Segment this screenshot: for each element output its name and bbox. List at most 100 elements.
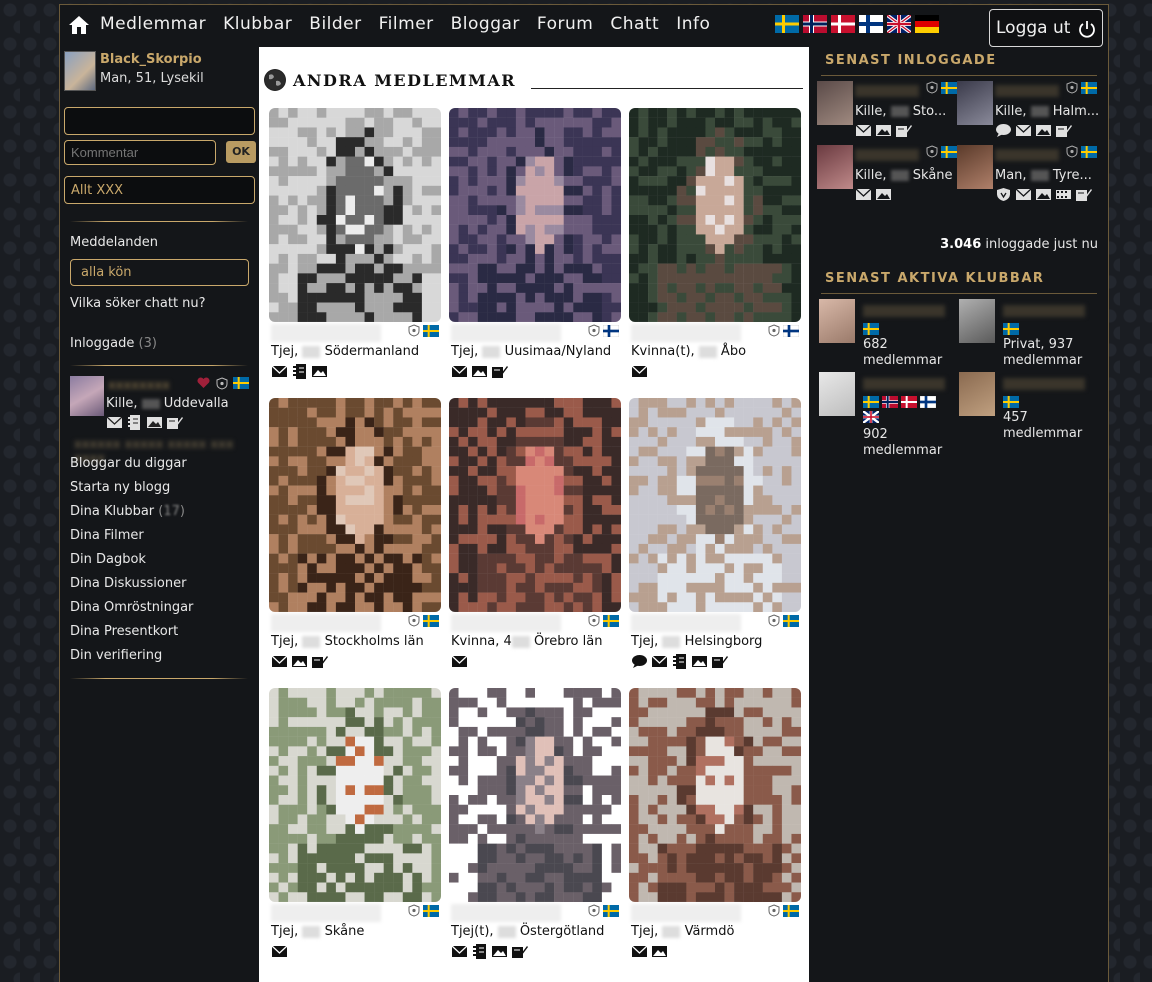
mail-icon[interactable]	[271, 944, 288, 959]
gender-select[interactable]: alla kön	[70, 259, 249, 286]
notebook-icon[interactable]	[671, 654, 688, 669]
user-avatar[interactable]	[957, 145, 993, 189]
member-name[interactable]	[271, 904, 381, 922]
flag-fi-icon[interactable]	[859, 15, 883, 33]
user-name[interactable]	[995, 85, 1059, 97]
logged-in-link[interactable]: Inloggade (3)	[70, 336, 157, 351]
mail-icon[interactable]	[106, 415, 123, 430]
member-photo[interactable]	[449, 108, 621, 322]
blog-icon[interactable]	[311, 654, 328, 669]
film-icon[interactable]	[1055, 187, 1072, 202]
photo-icon[interactable]	[471, 364, 488, 379]
mail-icon[interactable]	[1015, 123, 1032, 138]
club-name[interactable]	[863, 378, 945, 390]
flag-dk-icon[interactable]	[831, 15, 855, 33]
who-chat-link[interactable]: Vilka söker chatt nu?	[70, 296, 206, 311]
mail-icon[interactable]	[855, 123, 872, 138]
member-name[interactable]	[451, 904, 561, 922]
photo-icon[interactable]	[1035, 123, 1052, 138]
flag-no-icon[interactable]	[803, 15, 827, 33]
mail-icon[interactable]	[855, 187, 872, 202]
blog-icon[interactable]	[491, 364, 508, 379]
member-card[interactable]: Tjej, Uusimaa/Nyland	[441, 102, 621, 392]
mail-icon[interactable]	[271, 364, 288, 379]
club-avatar[interactable]	[819, 299, 855, 343]
recent-user[interactable]: Kille, Skåne	[817, 145, 957, 225]
link-blogs-you-dig[interactable]: Bloggar du diggar	[70, 456, 187, 471]
link-my-films[interactable]: Dina Filmer	[70, 528, 144, 543]
blog-icon[interactable]	[166, 415, 183, 430]
member-name[interactable]	[271, 614, 381, 632]
comment-input[interactable]	[64, 140, 216, 165]
member-card[interactable]: Tjej(t), Östergötland	[441, 682, 621, 972]
user-name[interactable]	[995, 149, 1059, 161]
member-photo[interactable]	[269, 398, 441, 612]
member-card[interactable]: Kvinna, 4 Örebro län	[441, 392, 621, 682]
ok-button[interactable]: OK	[226, 141, 256, 163]
photo-icon[interactable]	[1035, 187, 1052, 202]
logout-button[interactable]: Logga ut	[989, 9, 1103, 47]
nav-klubbar[interactable]: Klubbar	[223, 14, 292, 34]
online-user-name[interactable]: xxxxxxxx	[108, 378, 178, 392]
my-avatar[interactable]	[64, 51, 96, 91]
nav-filmer[interactable]: Filmer	[379, 14, 434, 34]
member-photo[interactable]	[629, 398, 801, 612]
online-user-avatar[interactable]	[70, 376, 104, 416]
member-card[interactable]: Tjej, Skåne	[261, 682, 441, 972]
recent-user[interactable]: Man, Tyre...	[957, 145, 1097, 225]
link-new-blog[interactable]: Starta ny blogg	[70, 480, 170, 495]
photo-icon[interactable]	[311, 364, 328, 379]
club-name[interactable]	[1003, 305, 1085, 317]
user-avatar[interactable]	[817, 81, 853, 125]
member-photo[interactable]	[629, 688, 801, 902]
blog-icon[interactable]	[511, 944, 528, 959]
mail-icon[interactable]	[451, 364, 468, 379]
member-photo[interactable]	[269, 688, 441, 902]
mail-icon[interactable]	[1015, 187, 1032, 202]
flag-uk-icon[interactable]	[887, 15, 911, 33]
member-card[interactable]: Tjej, Stockholms län	[261, 392, 441, 682]
mail-icon[interactable]	[631, 944, 648, 959]
user-name[interactable]	[855, 85, 919, 97]
nav-chatt[interactable]: Chatt	[610, 14, 659, 34]
photo-icon[interactable]	[875, 123, 892, 138]
flag-se-icon[interactable]	[775, 15, 799, 33]
photo-icon[interactable]	[491, 944, 508, 959]
user-avatar[interactable]	[957, 81, 993, 125]
member-card[interactable]: Kvinna(t), Åbo	[621, 102, 801, 392]
mail-icon[interactable]	[451, 944, 468, 959]
member-name[interactable]	[451, 324, 561, 342]
member-photo[interactable]	[629, 108, 801, 322]
mail-icon[interactable]	[451, 654, 468, 669]
verified-icon[interactable]	[995, 187, 1012, 202]
member-card[interactable]: Tjej, Värmdö	[621, 682, 801, 972]
blog-icon[interactable]	[1075, 187, 1092, 202]
photo-icon[interactable]	[691, 654, 708, 669]
link-verification[interactable]: Din verifiering	[70, 648, 162, 663]
member-name[interactable]	[631, 324, 741, 342]
photo-icon[interactable]	[875, 187, 892, 202]
mail-icon[interactable]	[271, 654, 288, 669]
notebook-icon[interactable]	[291, 364, 308, 379]
member-card[interactable]: Tjej, Helsingborg	[621, 392, 801, 682]
club-name[interactable]	[863, 305, 945, 317]
member-photo[interactable]	[449, 398, 621, 612]
club-name[interactable]	[1003, 378, 1085, 390]
notebook-icon[interactable]	[126, 415, 143, 430]
user-avatar[interactable]	[817, 145, 853, 189]
chat-icon[interactable]	[631, 654, 648, 669]
nav-forum[interactable]: Forum	[537, 14, 593, 34]
filter-select[interactable]: Allt XXX	[64, 176, 255, 204]
nav-bloggar[interactable]: Bloggar	[451, 14, 520, 34]
flag-de-icon[interactable]	[915, 15, 939, 33]
photo-icon[interactable]	[291, 654, 308, 669]
chat-icon[interactable]	[995, 123, 1012, 138]
my-username[interactable]: Black_Skorpio	[100, 52, 202, 67]
blog-icon[interactable]	[895, 123, 912, 138]
club-avatar[interactable]	[819, 372, 855, 416]
messages-link[interactable]: Meddelanden	[70, 235, 158, 250]
nav-medlemmar[interactable]: Medlemmar	[100, 14, 206, 34]
member-name[interactable]	[451, 614, 561, 632]
blog-icon[interactable]	[711, 654, 728, 669]
link-diary[interactable]: Din Dagbok	[70, 552, 146, 567]
